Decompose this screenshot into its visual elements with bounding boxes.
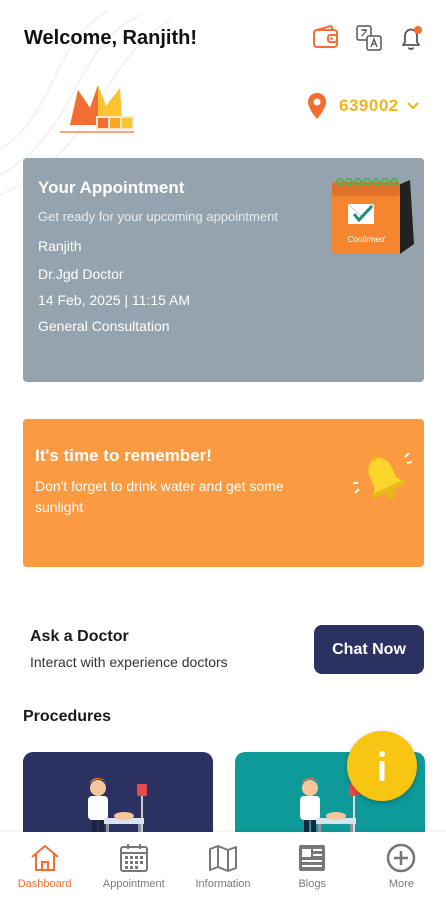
reminder-title: It's time to remember! <box>35 446 212 465</box>
nav-item-appointment[interactable]: Appointment <box>89 832 178 900</box>
procedures-title: Procedures <box>23 708 112 725</box>
confirmed-calendar-icon: Confirmed <box>332 178 414 254</box>
brand-logo <box>60 85 134 133</box>
calendar-icon <box>119 844 148 872</box>
confirmed-label: Confirmed <box>348 235 385 244</box>
welcome-text: Welcome, Ranjith! <box>24 27 197 49</box>
home-icon <box>30 845 59 871</box>
blog-icon <box>299 845 326 871</box>
appointment-title: Your Appointment <box>38 178 185 197</box>
translate-icon[interactable] <box>355 24 383 52</box>
location-pin-icon <box>308 93 326 119</box>
info-fab-button[interactable] <box>347 731 417 801</box>
bell-icon[interactable] <box>397 24 425 52</box>
nav-label-more: More <box>388 878 414 890</box>
appointment-datetime: 14 Feb, 2025 | 11:15 AM <box>38 292 191 308</box>
appointment-doctor: Dr.Jgd Doctor <box>38 266 124 282</box>
nav-label-appointment: Appointment <box>102 878 165 890</box>
wallet-icon[interactable] <box>312 24 340 52</box>
appointment-type: General Consultation <box>38 318 170 334</box>
nav-item-blogs[interactable]: Blogs <box>268 832 357 900</box>
top-header: Welcome, Ranjith! <box>0 0 446 80</box>
reminder-card: It's time to remember! Don't forget to d… <box>23 419 424 567</box>
procedure-card[interactable] <box>23 752 213 842</box>
chat-now-button[interactable]: Chat Now <box>314 625 424 674</box>
nav-label-information: Information <box>195 878 251 890</box>
appointment-patient: Ranjith <box>38 238 82 254</box>
ask-doctor-subtitle: Interact with experience doctors <box>30 654 228 670</box>
location-selector[interactable]: 639002 <box>306 92 419 120</box>
map-icon <box>209 845 237 872</box>
doctor-illustration-icon <box>88 778 147 842</box>
nav-label-dashboard: Dashboard <box>17 878 72 890</box>
reminder-text: Don't forget to drink water and get some… <box>35 478 284 515</box>
appointment-subtitle: Get ready for your upcoming appointment <box>38 209 278 224</box>
nav-label-blogs: Blogs <box>298 878 326 890</box>
appointment-card[interactable]: Your Appointment Get ready for your upco… <box>23 158 424 382</box>
pincode-label: 639002 <box>339 96 399 115</box>
chevron-down-icon <box>407 102 419 110</box>
nav-item-dashboard[interactable]: Dashboard <box>0 832 89 900</box>
ask-doctor-title: Ask a Doctor <box>30 628 129 645</box>
info-icon <box>379 751 385 781</box>
nav-item-more[interactable]: More <box>357 832 446 900</box>
reminder-bell-icon <box>353 452 413 500</box>
nav-item-information[interactable]: Information <box>178 832 267 900</box>
plus-circle-icon <box>387 843 416 873</box>
bottom-navigation: Dashboard Appointment Information Blogs … <box>0 832 446 900</box>
